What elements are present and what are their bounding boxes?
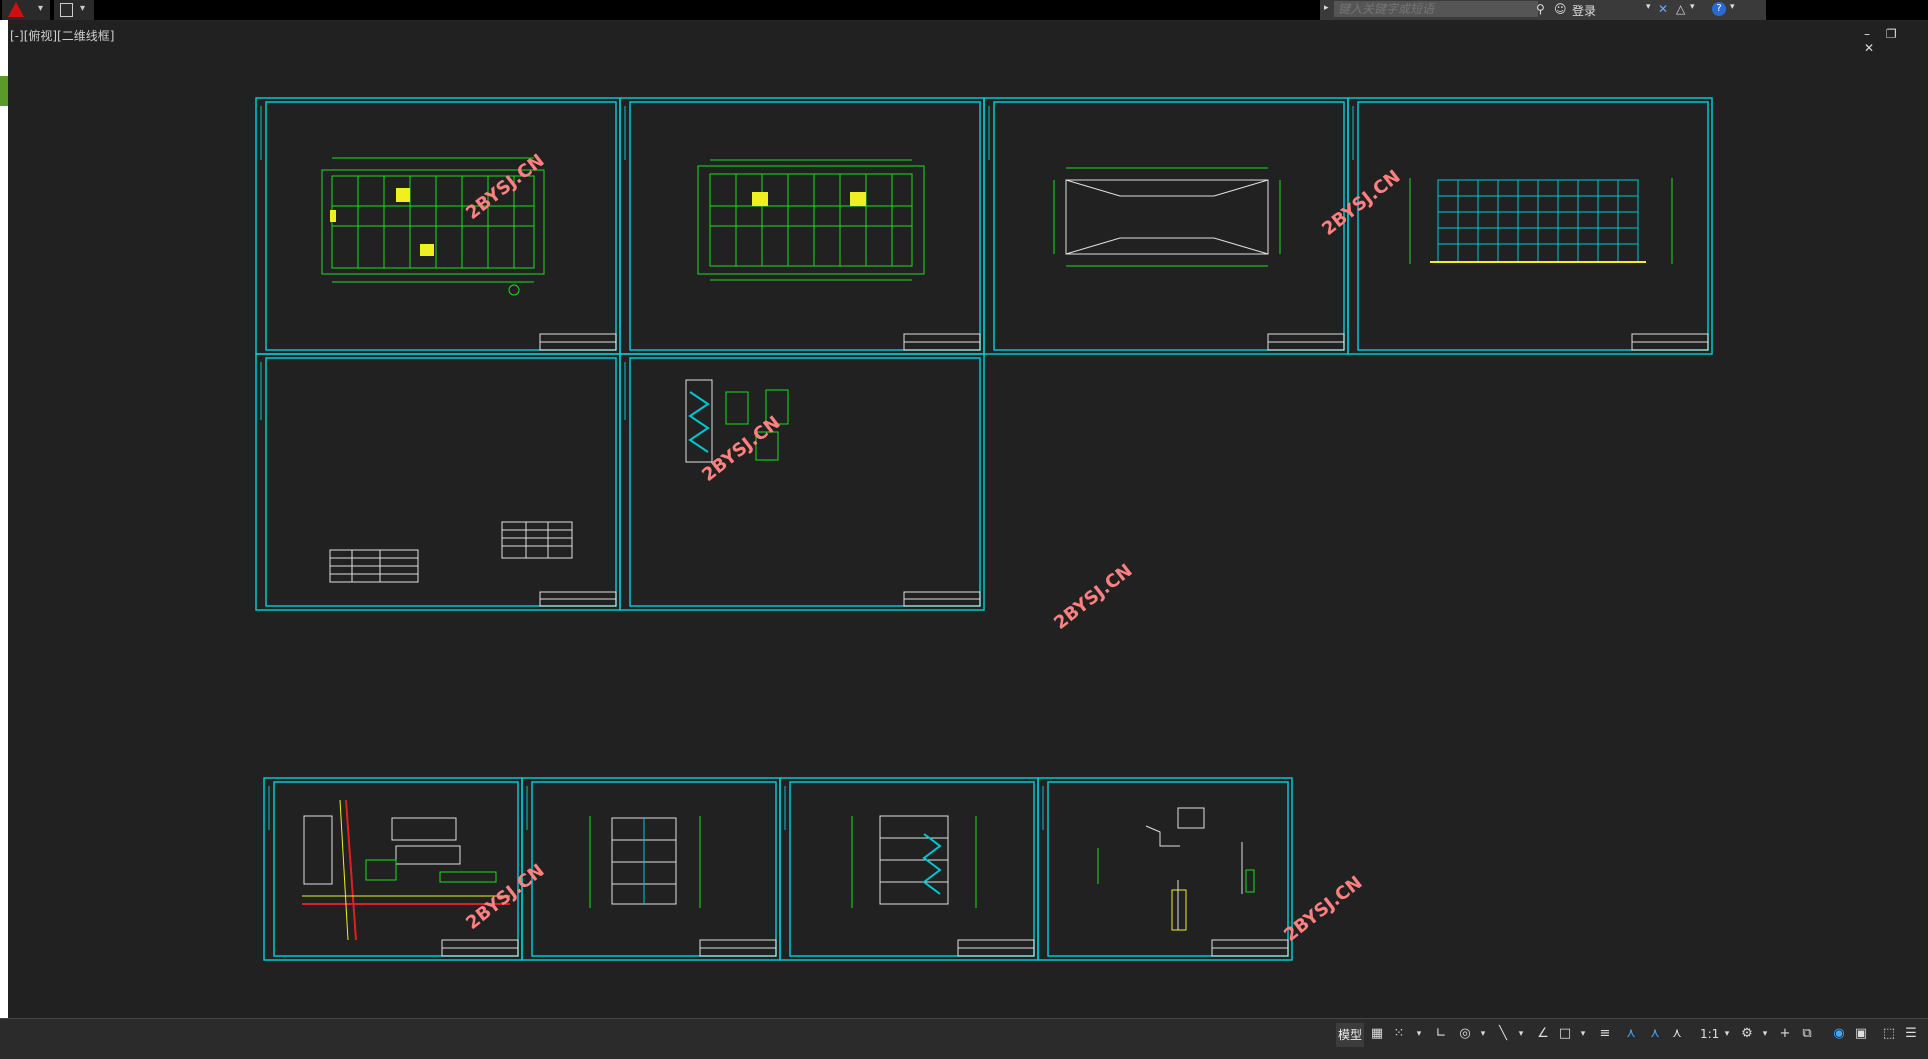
chevron-down-icon[interactable]: ▾ (1512, 1025, 1530, 1043)
chevron-down-icon[interactable]: ▾ (1410, 1025, 1428, 1043)
chevron-down-icon: ▾ (80, 3, 86, 14)
hardware-accel-icon[interactable]: ◉ (1830, 1025, 1848, 1043)
roof-plan (1065, 179, 1269, 255)
title-bar: ▾ ▾ ▸ ⚲ ☺ 登录 ▾ ✕ △ ▾ ? ▾ (0, 0, 1928, 20)
grid-icon[interactable]: ▦ (1368, 1025, 1386, 1043)
front-elevation (1437, 179, 1639, 263)
watermark: 2BYSJ.CN (1318, 166, 1404, 240)
application-menu-button[interactable]: ▾ (2, 0, 50, 20)
model-space-canvas[interactable]: 2BYSJ.CN 2BYSJ.CN 2BYSJ.CN 2BYSJ.CN 2BYS… (8, 20, 1928, 1018)
quick-access-toolbar[interactable]: ▾ (54, 0, 94, 20)
fullscreen-icon[interactable]: ⬚ (1880, 1025, 1898, 1043)
schedule-tables (329, 521, 573, 583)
a360-icon[interactable]: △ (1676, 2, 1685, 16)
chevron-down-icon[interactable]: ▾ (1718, 1025, 1736, 1043)
floor-plan-2 (697, 159, 925, 281)
binoculars-icon[interactable]: ⚲ (1536, 2, 1545, 16)
watermark: 2BYSJ.CN (1280, 872, 1366, 946)
login-button[interactable]: 登录 (1572, 2, 1596, 19)
drawing-area[interactable]: 2BYSJ.CN 2BYSJ.CN 2BYSJ.CN 2BYSJ.CN 2BYS… (8, 20, 1928, 1018)
model-space-button[interactable]: 模型 (1336, 1023, 1364, 1047)
ortho-icon[interactable]: ∟ (1432, 1025, 1450, 1043)
autocad-logo-icon (8, 2, 24, 17)
auto-scale-icon[interactable]: ⋏ (1646, 1025, 1664, 1043)
x-exchange-icon[interactable]: ✕ (1658, 2, 1668, 16)
chevron-down-icon: ▾ (38, 3, 44, 14)
status-bar: 模型 ▦ ⁙ ▾ ∟ ◎ ▾ ╲ ▾ ∠ □ ▾ ≡ ⋏ ⋏ ⋏ 1:1 ▾ ⚙… (0, 1018, 1928, 1059)
close-icon[interactable]: ✕ (1864, 41, 1880, 55)
elevation-levels (1409, 178, 1673, 264)
watermark-group: 2BYSJ.CN 2BYSJ.CN 2BYSJ.CN 2BYSJ.CN 2BYS… (462, 150, 1404, 946)
section-levels (851, 816, 977, 908)
isolate-icon[interactable]: ⧉ (1798, 1025, 1816, 1043)
left-edge-strip (0, 20, 8, 1030)
user-icon: ☺ (1554, 2, 1567, 16)
chevron-down-icon[interactable]: ▾ (1474, 1025, 1492, 1043)
watermark: 2BYSJ.CN (462, 860, 548, 934)
roof-plan-grid (1053, 167, 1281, 267)
chevron-down-icon[interactable]: ▾ (1646, 2, 1651, 12)
stair-highlight (330, 188, 434, 256)
viewport-controls-label[interactable]: [-][俯视][二维线框] (10, 27, 114, 44)
workspace-gear-icon[interactable]: ⚙ (1738, 1025, 1756, 1043)
chevron-down-icon[interactable]: ▾ (1730, 2, 1735, 12)
search-input[interactable] (1334, 1, 1538, 17)
watermark: 2BYSJ.CN (698, 412, 784, 486)
polar-icon[interactable]: ◎ (1456, 1025, 1474, 1043)
otrack-icon[interactable]: ∠ (1534, 1025, 1552, 1043)
watermark: 2BYSJ.CN (462, 150, 548, 224)
snap-icon[interactable]: ⁙ (1390, 1025, 1408, 1043)
sheet-frame[interactable] (255, 97, 1713, 961)
osnap-icon[interactable]: □ (1556, 1025, 1574, 1043)
drawing-window-controls[interactable]: – ❐ ✕ (1864, 27, 1928, 55)
lineweight-icon[interactable]: ≡ (1596, 1025, 1614, 1043)
frame-side-strip (260, 106, 1354, 830)
plus-icon[interactable]: + (1776, 1025, 1794, 1043)
annotation-visibility-icon[interactable]: ⋏ (1622, 1025, 1640, 1043)
isodraft-icon[interactable]: ╲ (1494, 1025, 1512, 1043)
stair-section (685, 379, 713, 463)
annotation-scale-icon[interactable]: ⋏ (1668, 1025, 1686, 1043)
annotation-scale-value[interactable]: 1:1 (1700, 1027, 1719, 1041)
expand-arrow-icon[interactable]: ▸ (1324, 3, 1329, 13)
save-icon (60, 3, 73, 17)
help-icon[interactable]: ? (1712, 2, 1726, 16)
clean-screen-icon[interactable]: ▣ (1852, 1025, 1870, 1043)
stair-highlight (752, 192, 866, 206)
building-section (879, 815, 949, 905)
minimize-icon[interactable]: – (1864, 27, 1876, 41)
left-edge-marker (0, 76, 8, 106)
chevron-down-icon[interactable]: ▾ (1756, 1025, 1774, 1043)
title-block (441, 333, 1709, 957)
side-elevation-1 (611, 817, 677, 905)
chevron-down-icon[interactable]: ▾ (1574, 1025, 1592, 1043)
watermark: 2BYSJ.CN (1050, 560, 1136, 634)
restore-icon[interactable]: ❐ (1886, 27, 1903, 41)
infocenter: ▸ ⚲ ☺ 登录 ▾ ✕ △ ▾ ? ▾ (1320, 0, 1766, 20)
wall-details (1097, 807, 1255, 931)
section-stair (922, 833, 942, 895)
chevron-down-icon[interactable]: ▾ (1690, 2, 1695, 12)
customize-icon[interactable]: ☰ (1902, 1025, 1920, 1043)
